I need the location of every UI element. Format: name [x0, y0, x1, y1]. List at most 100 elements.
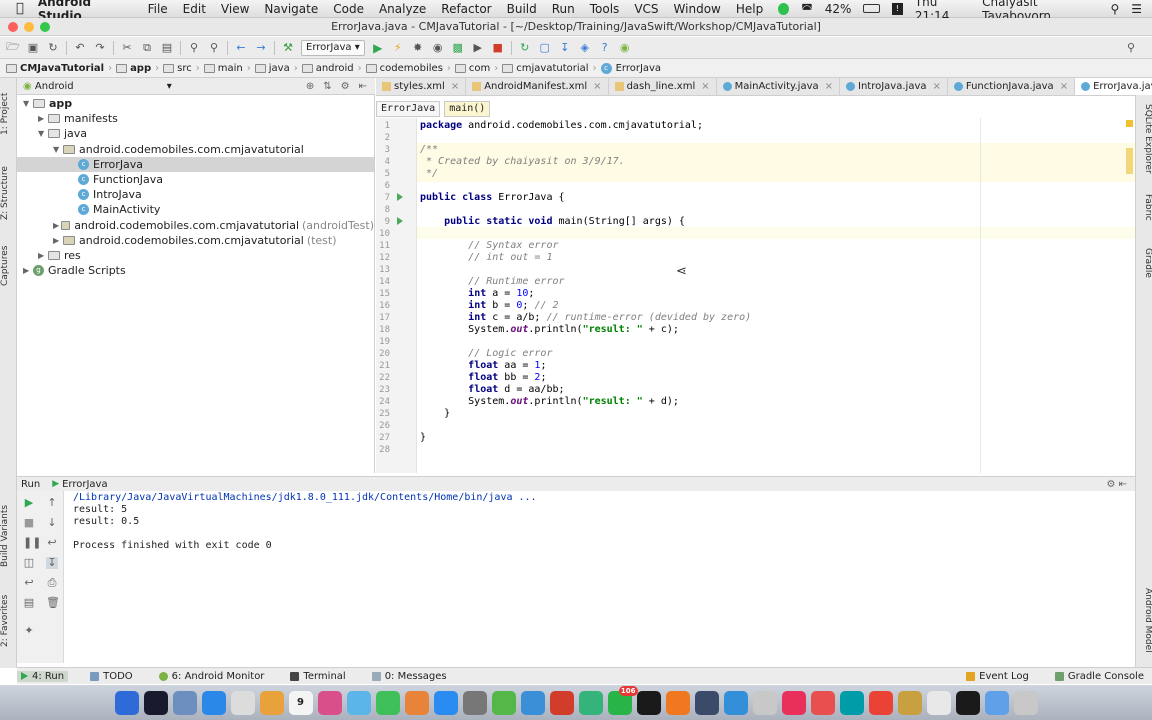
close-tab-icon[interactable]: ×	[451, 81, 459, 92]
menu-edit[interactable]: Edit	[183, 2, 206, 16]
tree-item[interactable]: c MainActivity	[17, 202, 374, 217]
captures-tool-tab[interactable]: Captures	[0, 238, 17, 293]
dock-app-icon[interactable]: 9	[288, 690, 313, 715]
line-icon[interactable]	[778, 2, 790, 15]
scroll-marker[interactable]	[1126, 148, 1133, 174]
dock-app-icon[interactable]	[694, 690, 719, 715]
menu-help[interactable]: Help	[736, 2, 763, 16]
dock-app-icon[interactable]	[433, 690, 458, 715]
pin-icon[interactable]: ✦	[23, 625, 35, 637]
run-tool-button[interactable]: 4: Run	[17, 670, 69, 682]
debug-icon[interactable]: ✸	[411, 41, 425, 55]
breadcrumb-item[interactable]: codemobiles ›	[365, 63, 451, 74]
minimize-window-icon[interactable]	[24, 22, 34, 32]
gradle-tool-tab[interactable]: Gradle	[1136, 240, 1152, 285]
sqlite-explorer-tool-tab[interactable]: SQLite Explorer	[1136, 101, 1152, 176]
rerun-icon[interactable]: ▶	[23, 497, 35, 509]
gradle-sync-icon[interactable]: ↻	[518, 41, 532, 55]
close-tab-icon[interactable]: ×	[1060, 81, 1068, 92]
breadcrumb-item[interactable]: src ›	[163, 63, 200, 74]
editor-breadcrumb-class[interactable]: ErrorJava	[376, 101, 441, 117]
menu-view[interactable]: View	[221, 2, 249, 16]
chevron-down-icon[interactable]: ▼	[23, 96, 33, 111]
replace-icon[interactable]: ⚲	[207, 41, 221, 55]
run-icon[interactable]: ▶	[371, 41, 385, 55]
dock-app-icon[interactable]	[839, 690, 864, 715]
close-tab-icon[interactable]: ×	[825, 81, 833, 92]
project-tool-tab[interactable]: 1: Project	[0, 84, 17, 144]
dock-app-icon[interactable]	[752, 690, 777, 715]
search-everywhere-icon[interactable]: ⚲	[1124, 41, 1138, 55]
help-icon[interactable]: ?	[598, 41, 612, 55]
tab-styles-xml[interactable]: styles.xml ×	[376, 78, 467, 95]
back-icon[interactable]: ←	[234, 41, 248, 55]
run-class-gutter-icon[interactable]	[397, 193, 403, 201]
scroll-from-source-icon[interactable]: ⊕	[306, 81, 314, 92]
wifi-icon[interactable]: ◚	[801, 2, 813, 16]
android-icon[interactable]: ◉	[618, 41, 632, 55]
settings-gear-icon[interactable]: ⚙	[341, 81, 350, 92]
menu-build[interactable]: Build	[507, 2, 537, 16]
dump-threads-icon[interactable]: ◫	[23, 557, 35, 569]
menu-refactor[interactable]: Refactor	[441, 2, 491, 16]
tree-item[interactable]: ▶ manifests	[17, 111, 374, 126]
spotlight-icon[interactable]: ⚲	[1110, 2, 1119, 16]
close-tab-icon[interactable]: ×	[701, 81, 709, 92]
undo-icon[interactable]: ↶	[73, 41, 87, 55]
tree-item[interactable]: ▶ android.codemobiles.com.cmjavatutorial(…	[17, 218, 374, 233]
dock-app-icon[interactable]	[984, 690, 1009, 715]
zoom-window-icon[interactable]	[40, 22, 50, 32]
structure-tool-tab[interactable]: Z: Structure	[0, 158, 17, 228]
dock-app-icon[interactable]	[781, 690, 806, 715]
breadcrumb-item[interactable]: app ›	[116, 63, 159, 74]
dock-app-icon[interactable]	[868, 690, 893, 715]
copy-icon[interactable]: ⧉	[140, 41, 154, 55]
tree-item[interactable]: ▼ app	[17, 96, 374, 111]
breadcrumb-item[interactable]: main ›	[203, 63, 251, 74]
tree-item[interactable]: ▼ android.codemobiles.com.cmjavatutorial	[17, 142, 374, 157]
dock-app-icon[interactable]	[201, 690, 226, 715]
chevron-right-icon[interactable]: ▶	[38, 111, 48, 126]
breadcrumb-item[interactable]: cmjavatutorial ›	[502, 63, 597, 74]
chevron-right-icon[interactable]: ▶	[53, 218, 61, 233]
dock-app-icon[interactable]	[723, 690, 748, 715]
dock-app-icon[interactable]	[897, 690, 922, 715]
dock-app-icon[interactable]	[259, 690, 284, 715]
dock-app-icon[interactable]	[549, 690, 574, 715]
dock-app-icon[interactable]	[636, 690, 661, 715]
battery-icon[interactable]	[863, 4, 880, 13]
tree-item[interactable]: c IntroJava	[17, 187, 374, 202]
notification-icon[interactable]: !	[891, 2, 903, 15]
tree-item[interactable]: ▼ java	[17, 126, 374, 141]
menu-vcs[interactable]: VCS	[634, 2, 658, 16]
tab-functionjava-java[interactable]: FunctionJava.java ×	[948, 78, 1076, 95]
chevron-down-icon[interactable]: ▼	[38, 126, 48, 141]
settings-gear-icon[interactable]: ⚙ ⇤	[1106, 479, 1135, 490]
sdk-manager-icon[interactable]: ↧	[558, 41, 572, 55]
breadcrumb-item[interactable]: java ›	[254, 63, 298, 74]
menu-tools[interactable]: Tools	[590, 2, 620, 16]
close-tab-icon[interactable]: ×	[593, 81, 601, 92]
sync-icon[interactable]: ↻	[46, 41, 60, 55]
open-folder-icon[interactable]: 🗁	[6, 40, 20, 55]
scroll-up-icon[interactable]: ↑	[46, 497, 58, 509]
chevron-right-icon[interactable]: ▶	[23, 263, 33, 278]
redo-icon[interactable]: ↷	[93, 41, 107, 55]
stop-icon[interactable]: ■	[491, 41, 505, 55]
breadcrumb-item[interactable]: android ›	[301, 63, 362, 74]
terminal-tool-button[interactable]: Terminal	[286, 671, 349, 682]
pause-icon[interactable]: ❚❚	[23, 537, 41, 549]
chevron-down-icon[interactable]: ▼	[53, 142, 63, 157]
dock-app-icon[interactable]	[317, 690, 342, 715]
favorites-tool-tab[interactable]: 2: Favorites	[0, 588, 17, 653]
chevron-right-icon[interactable]: ▶	[53, 233, 63, 248]
exit-icon[interactable]: ↩	[23, 577, 35, 589]
stop-icon[interactable]: ■	[23, 517, 35, 529]
warning-marker-icon[interactable]	[1126, 120, 1133, 127]
dock-app-icon[interactable]	[520, 690, 545, 715]
hide-panel-icon[interactable]: ⇤	[359, 81, 367, 92]
tab-dash-line-xml[interactable]: dash_line.xml ×	[609, 78, 717, 95]
find-icon[interactable]: ⚲	[187, 41, 201, 55]
coverage-icon[interactable]: ▩	[451, 41, 465, 55]
avd-manager-icon[interactable]: ▢	[538, 41, 552, 55]
